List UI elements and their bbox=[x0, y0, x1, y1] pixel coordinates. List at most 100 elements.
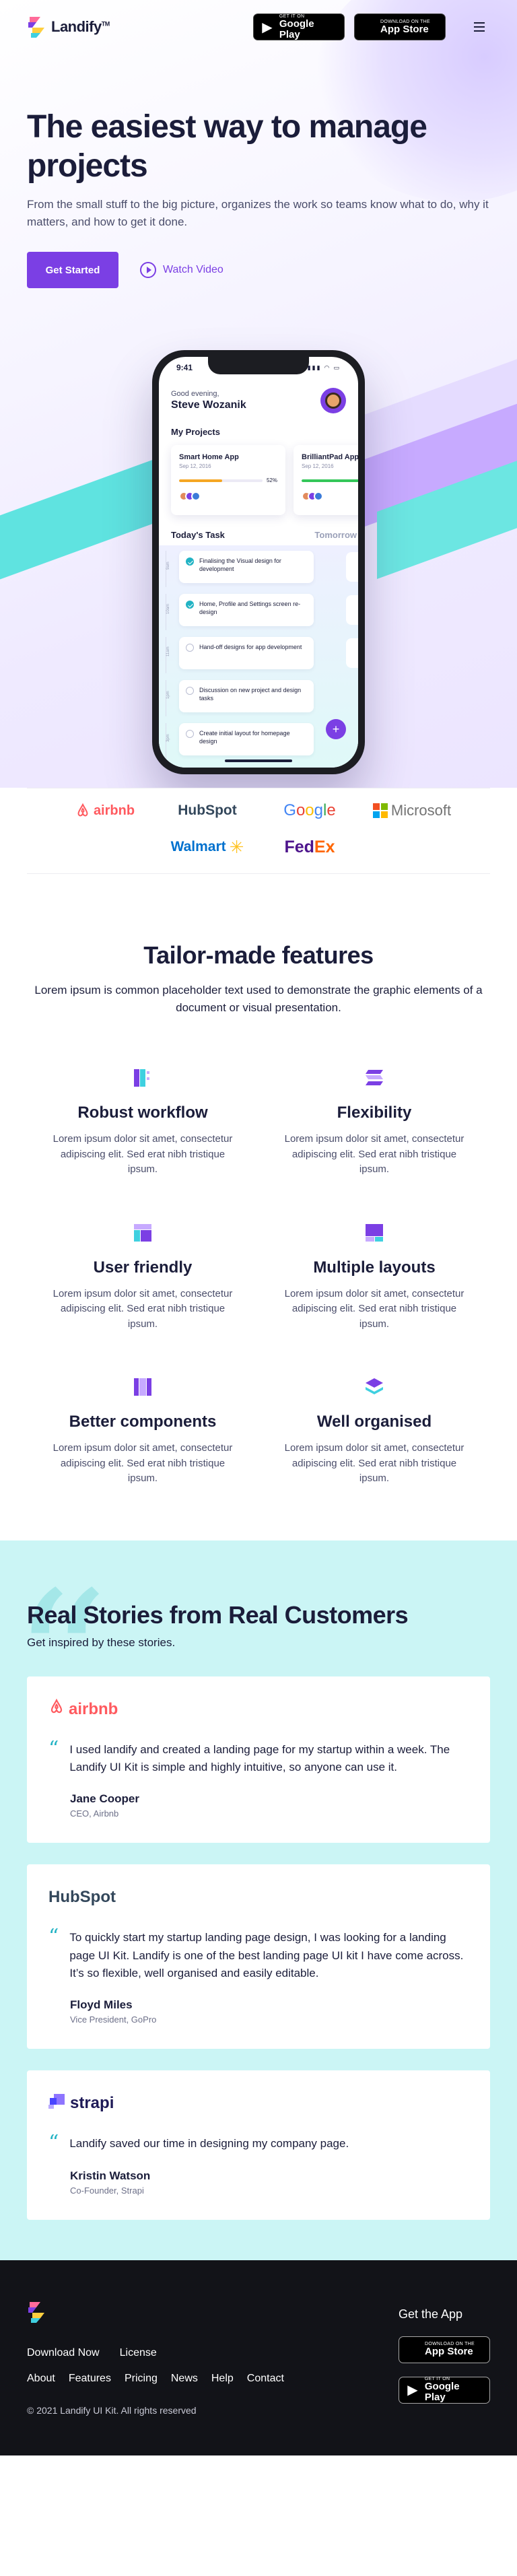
airbnb-logo: airbnb bbox=[48, 1698, 469, 1721]
phone-screen: 9:41 ▮▮▮ ◠ ▭ Good evening, Steve Wozanik… bbox=[159, 357, 358, 768]
google-play-badge[interactable]: ▶ GET IT ON Google Play bbox=[399, 2376, 490, 2404]
site-footer: Download Now License About Features Pricing… bbox=[0, 2260, 517, 2455]
task-text: Discussion on new project and design tas… bbox=[199, 687, 302, 702]
task-item[interactable]: 10am Home, Profile and Settings screen re… bbox=[166, 594, 351, 630]
feature-title: Better components bbox=[69, 1413, 217, 1431]
project-avatars bbox=[302, 492, 358, 501]
testimonial-author: Kristin Watson bbox=[70, 2169, 151, 2182]
hero-subtitle: From the small stuff to the big picture,… bbox=[27, 198, 489, 228]
progress-bar bbox=[179, 479, 263, 482]
google-play-label: Google Play bbox=[279, 18, 314, 40]
checked-circle-icon[interactable] bbox=[186, 557, 194, 566]
quote-icon: “ bbox=[48, 1925, 59, 1949]
footer-link[interactable]: News bbox=[171, 2373, 198, 2385]
footer-link[interactable]: About bbox=[27, 2373, 55, 2385]
home-indicator bbox=[225, 759, 292, 762]
testimonial-role: Vice President, GoPro bbox=[70, 2014, 157, 2025]
testimonials-section: “ Real Stories from Real Customers Get i… bbox=[0, 1540, 517, 2260]
watch-video-button[interactable]: Watch Video bbox=[140, 262, 223, 279]
project-title: BrilliantPad App bbox=[302, 453, 358, 461]
hamburger-menu-icon[interactable] bbox=[469, 16, 490, 38]
task-time: 11am bbox=[166, 637, 175, 673]
task-item[interactable]: 11am Hand-off designs for app development bbox=[166, 637, 351, 673]
app-store-badge[interactable]: Download on the App Store bbox=[354, 13, 446, 40]
checked-circle-icon[interactable] bbox=[186, 601, 194, 609]
avatar bbox=[191, 492, 201, 501]
google-play-icon: ▶ bbox=[262, 20, 273, 35]
avatar bbox=[314, 492, 323, 501]
unchecked-circle-icon[interactable] bbox=[186, 644, 194, 652]
brand-logo[interactable]: LandifyTM bbox=[27, 15, 110, 38]
app-store-badge[interactable]: Download on the App Store bbox=[399, 2336, 490, 2363]
feature-title: User friendly bbox=[93, 1258, 193, 1277]
progress-fill bbox=[302, 479, 358, 482]
feature-description: Lorem ipsum dolor sit amet, consectetur … bbox=[53, 1133, 233, 1175]
testimonial-card: strapi “ Landify saved our time in designi… bbox=[27, 2070, 490, 2220]
task-card[interactable]: Hand-off designs for app development bbox=[179, 637, 314, 669]
footer-link[interactable]: License bbox=[120, 2347, 157, 2359]
google-play-label: Google Play bbox=[424, 2381, 460, 2404]
testimonial-body: “ To quickly start my startup landing pag… bbox=[48, 1925, 469, 1982]
footer-link[interactable]: Contact bbox=[247, 2373, 284, 2385]
testimonial-body: “ I used landify and created a landing pa… bbox=[48, 1738, 469, 1777]
project-progress: 80% bbox=[302, 477, 358, 483]
task-item[interactable]: 1pm Discussion on new project and design … bbox=[166, 680, 351, 716]
footer-link[interactable]: Features bbox=[69, 2373, 111, 2385]
task-card[interactable]: Create initial layout for homepage desig… bbox=[179, 723, 314, 755]
greeting-text: Good evening, bbox=[171, 390, 219, 398]
testimonial-body: “ Landify saved our time in designing my … bbox=[48, 2133, 469, 2153]
workflow-icon bbox=[129, 1064, 156, 1091]
google-logo: Google bbox=[258, 799, 361, 822]
project-avatars bbox=[179, 492, 277, 501]
features-title: Tailor-made features bbox=[143, 941, 374, 969]
feature-description: Lorem ipsum dolor sit amet, consectetur … bbox=[53, 1442, 233, 1484]
testimonial-role: CEO, Airbnb bbox=[70, 1808, 119, 1819]
features-grid: Robust workflow Lorem ipsum dolor sit ame… bbox=[27, 1064, 490, 1487]
testimonial-author: Jane Cooper bbox=[70, 1792, 139, 1806]
google-play-badge[interactable]: ▶ GET IT ON Google Play bbox=[253, 13, 345, 40]
strapi-icon bbox=[48, 2093, 66, 2113]
feature-card: Well organised Lorem ipsum dolor sit amet… bbox=[258, 1374, 490, 1487]
feature-card: Multiple layouts Lorem ipsum dolor sit am… bbox=[258, 1219, 490, 1332]
task-peek bbox=[346, 595, 358, 625]
task-item[interactable]: 9am Finalising the Visual design for deve… bbox=[166, 551, 351, 587]
avatar[interactable] bbox=[320, 388, 346, 413]
task-time: 1pm bbox=[166, 680, 175, 716]
footer-link[interactable]: Help bbox=[211, 2373, 234, 2385]
task-text: Create initial layout for homepage desig… bbox=[199, 730, 290, 745]
phone-notch bbox=[208, 357, 309, 374]
testimonial-text: Landify saved our time in designing my c… bbox=[69, 2137, 349, 2150]
task-item[interactable]: 3pm Create initial layout for homepage de… bbox=[166, 723, 351, 759]
feature-card: Better components Lorem ipsum dolor sit a… bbox=[27, 1374, 258, 1487]
landify-logo-icon[interactable] bbox=[27, 2301, 46, 2324]
company-wordmark: airbnb bbox=[69, 1699, 118, 1718]
unchecked-circle-icon[interactable] bbox=[186, 687, 194, 695]
fedex-logo: Fed Ex bbox=[258, 836, 361, 858]
hubspot-logo: HubSpot bbox=[48, 1886, 469, 1909]
task-card[interactable]: Discussion on new project and design tas… bbox=[179, 680, 314, 712]
feature-description: Lorem ipsum dolor sit amet, consectetur … bbox=[284, 1133, 464, 1175]
get-started-button[interactable]: Get Started bbox=[27, 252, 118, 289]
feature-description: Lorem ipsum dolor sit amet, consectetur … bbox=[284, 1442, 464, 1484]
features-subtitle: Lorem ipsum is common placeholder text u… bbox=[34, 984, 483, 1014]
project-card[interactable]: BrilliantPad App Sep 12, 2016 80% bbox=[294, 445, 358, 515]
unchecked-circle-icon[interactable] bbox=[186, 730, 194, 738]
add-task-button[interactable]: + bbox=[326, 719, 346, 739]
components-icon bbox=[129, 1374, 156, 1400]
task-card[interactable]: Finalising the Visual design for develop… bbox=[179, 551, 314, 583]
task-card[interactable]: Home, Profile and Settings screen re-des… bbox=[179, 594, 314, 626]
testimonial-author: Floyd Miles bbox=[70, 1998, 133, 2012]
footer-link[interactable]: Download Now bbox=[27, 2347, 100, 2359]
project-progress: 52% bbox=[179, 477, 277, 483]
tab-today[interactable]: Today's Task bbox=[171, 530, 225, 540]
features-section: Tailor-made features Lorem ipsum is comm… bbox=[0, 874, 517, 1540]
testimonial-card: HubSpot “ To quickly start my startup land… bbox=[27, 1864, 490, 2049]
user-friendly-icon bbox=[129, 1219, 156, 1246]
project-card[interactable]: Smart Home App Sep 12, 2016 52% bbox=[171, 445, 285, 515]
footer-link[interactable]: Pricing bbox=[125, 2373, 158, 2385]
status-icons: ▮▮▮ ◠ ▭ bbox=[307, 364, 341, 371]
tab-tomorrow[interactable]: Tomorrow bbox=[314, 530, 357, 540]
task-time: 9am bbox=[166, 551, 175, 587]
watch-video-label: Watch Video bbox=[163, 264, 223, 276]
feature-description: Lorem ipsum dolor sit amet, consectetur … bbox=[53, 1287, 233, 1330]
